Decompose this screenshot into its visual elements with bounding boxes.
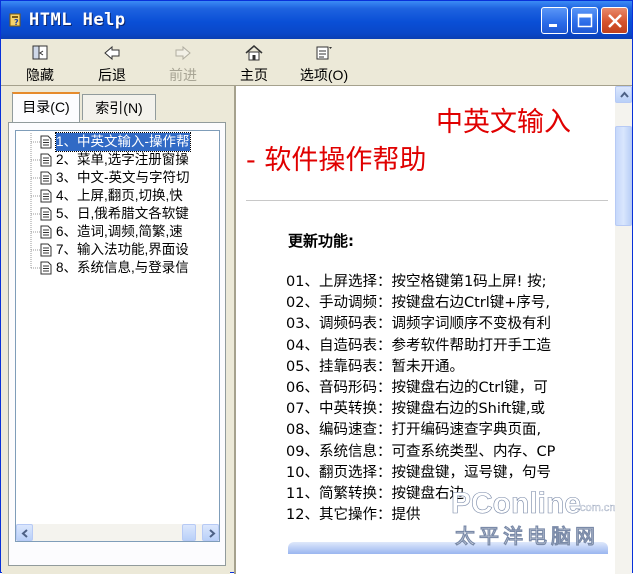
tree-item-label: 2、菜单,选字注册窗操	[56, 152, 189, 167]
feature-line: 10、翻页选择：按键盘键，逗号键，句号	[286, 464, 551, 481]
scroll-thumb-h[interactable]	[182, 524, 196, 541]
horizontal-scrollbar[interactable]	[16, 524, 219, 541]
tree-item[interactable]: 1、中英文输入-操作帮	[16, 132, 219, 152]
arrow-up-icon	[620, 91, 629, 98]
arrow-right-icon	[209, 529, 216, 538]
tree-connector	[30, 151, 40, 169]
scroll-up-button[interactable]	[615, 86, 632, 103]
tree-item[interactable]: 4、上屏,翻页,切换,快	[16, 187, 219, 205]
topic-title-line2: - 软件操作帮助	[246, 145, 427, 176]
maximize-icon	[577, 13, 593, 28]
scroll-left-button[interactable]	[16, 524, 33, 541]
home-button[interactable]: 主页	[231, 41, 277, 83]
feature-line: 05、挂靠码表：暂未开通。	[286, 358, 464, 375]
tree-item[interactable]: 7、输入法功能,界面设	[16, 241, 219, 259]
watermark-cn-name: 太平洋电脑网	[455, 524, 599, 548]
home-label: 主页	[240, 67, 268, 83]
feature-line: 08、编码速查：打开编码速查字典页面,	[286, 422, 542, 439]
tree-connector	[30, 259, 40, 269]
section-heading: 更新功能:	[288, 232, 354, 250]
tree-item-label: 7、输入法功能,界面设	[56, 242, 189, 257]
topic-page-icon	[40, 171, 52, 185]
window-title: HTML Help	[29, 10, 126, 30]
feature-line: 12、其它操作：提供	[286, 507, 421, 524]
tree-item-label: 6、造词,调频,简繁,速	[56, 224, 183, 239]
toolbar: 隐藏 后退 前进 主页 选项(O)	[1, 39, 632, 86]
tree-connector	[30, 169, 40, 187]
feature-line: 04、自造码表：参考软件帮助打开手工造	[286, 337, 551, 354]
tree-item[interactable]: 3、中文-英文与字符切	[16, 169, 219, 187]
tree-connector	[30, 223, 40, 241]
contents-tree[interactable]: 1、中英文输入-操作帮 2、菜单,选字注册窗操 3、中文-英文与字符切 4、上屏,翻页…	[15, 130, 220, 542]
back-label: 后退	[98, 67, 126, 83]
help-book-icon: ?	[9, 13, 21, 27]
options-label: 选项(O)	[299, 67, 349, 83]
tree-item[interactable]: 2、菜单,选字注册窗操	[16, 151, 219, 169]
forward-arrow-icon	[175, 45, 191, 61]
feature-line: 03、调频码表：调频字词顺序不变极有利	[286, 316, 551, 333]
topic-page-icon	[40, 261, 52, 275]
tree-item-label: 3、中文-英文与字符切	[56, 170, 190, 185]
options-icon	[316, 46, 332, 60]
tree-item-label: 8、系统信息,与登录信	[56, 260, 189, 275]
home-icon	[245, 45, 263, 61]
options-button[interactable]: 选项(O)	[291, 41, 357, 83]
minimize-button[interactable]	[541, 7, 568, 34]
arrow-left-icon	[21, 529, 28, 538]
tree-connector	[30, 205, 40, 223]
topic-page-icon	[40, 189, 52, 203]
tree-item-label: 4、上屏,翻页,切换,快	[56, 188, 183, 203]
feature-line: 02、手动调频：按键盘右边Ctrl键+序号,	[286, 295, 551, 312]
back-arrow-icon	[104, 45, 120, 61]
feature-line: 07、中英转换：按键盘右边的Shift键,或	[286, 401, 546, 418]
svg-text:?: ?	[14, 18, 19, 27]
tree-connector	[30, 241, 40, 259]
tree-item[interactable]: 8、系统信息,与登录信	[16, 259, 219, 277]
navigation-pane: 索引(N) 目录(C) 1、中英文输入-操作帮 2、菜单,选字注册窗操 3、中文-英…	[2, 86, 230, 574]
feature-line: 11、简繁转换：按键盘右边	[286, 486, 464, 502]
topic-page-icon	[40, 225, 52, 239]
topic-title-line1: 中英文输入	[436, 107, 571, 138]
tab-contents[interactable]: 目录(C)	[12, 92, 80, 122]
feature-line: 01、上屏选择：按空格键第1码上屏! 按;	[286, 274, 547, 290]
tree-item-label: 1、中英文输入-操作帮	[55, 132, 191, 152]
tree-connector	[30, 133, 40, 151]
topic-page-icon	[40, 207, 52, 221]
tree-item-label: 5、日,俄希腊文各软键	[56, 206, 189, 221]
minimize-icon	[549, 24, 557, 27]
topic-page-icon	[40, 153, 52, 167]
forward-label: 前进	[169, 67, 197, 83]
feature-line: 06、音码形码：按键盘右边的Ctrl键，可	[286, 380, 548, 396]
hide-label: 隐藏	[26, 67, 54, 83]
help-window: ? HTML Help 隐藏 后退 前进 主页 选项(O) 索引(N) 目录(C…	[0, 0, 633, 574]
scroll-right-button[interactable]	[202, 524, 219, 541]
tree-item[interactable]: 6、造词,调频,简繁,速	[16, 223, 219, 241]
tree-connector	[30, 187, 40, 205]
watermark-domain: .com.cn	[577, 502, 616, 514]
title-bar[interactable]: ? HTML Help	[1, 1, 632, 39]
hide-pane-icon	[32, 45, 48, 60]
tab-index[interactable]: 索引(N)	[82, 94, 156, 120]
watermark-brand: PConline	[451, 487, 581, 520]
maximize-button[interactable]	[571, 7, 598, 34]
close-icon	[608, 14, 622, 28]
tree-item[interactable]: 5、日,俄希腊文各软键	[16, 205, 219, 223]
pconline-watermark-logo: PConline .com.cn 太平洋电脑网	[451, 487, 616, 549]
contents-panel: 1、中英文输入-操作帮 2、菜单,选字注册窗操 3、中文-英文与字符切 4、上屏,翻页…	[8, 122, 226, 566]
hide-button[interactable]: 隐藏	[17, 41, 63, 83]
topic-page-icon	[40, 135, 52, 149]
feature-line: 09、系统信息：可查系统类型、内存、CP	[286, 443, 556, 460]
back-button[interactable]: 后退	[89, 41, 135, 83]
close-button[interactable]	[601, 7, 628, 34]
divider	[246, 200, 608, 201]
forward-button[interactable]: 前进	[160, 41, 206, 83]
scroll-thumb-v[interactable]	[615, 126, 632, 226]
topic-page-icon	[40, 243, 52, 257]
